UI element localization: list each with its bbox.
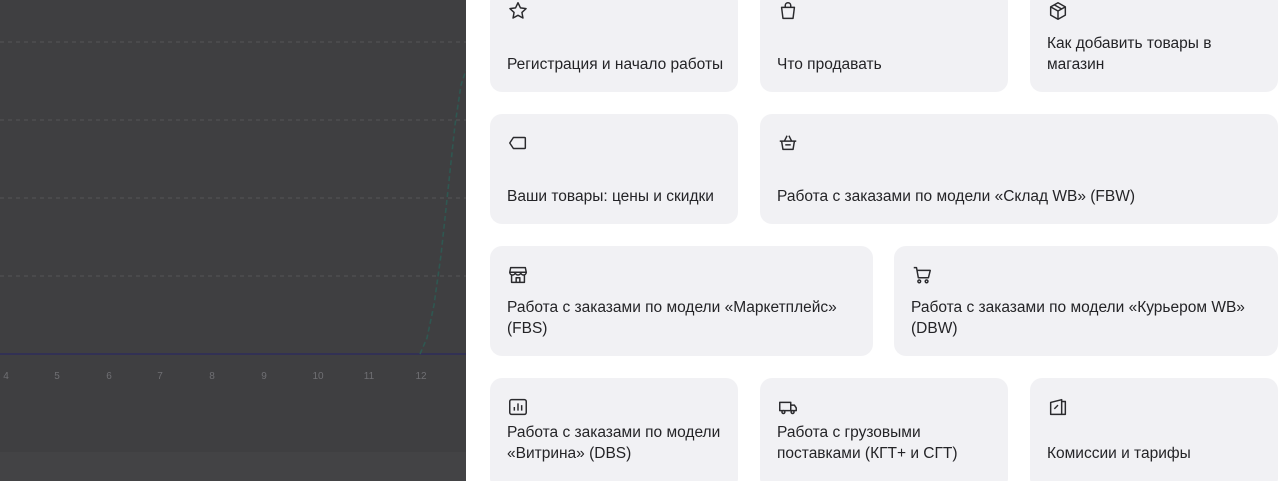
x-tick-label: 4: [3, 371, 9, 382]
bag-icon: [777, 0, 799, 22]
truck-icon: [777, 396, 799, 418]
card-label: Ваши товары: цены и скидки: [507, 188, 714, 205]
help-card-fbw[interactable]: Работа с заказами по модели «Склад WB» (…: [760, 114, 1278, 224]
percent-document-icon: [1047, 396, 1069, 418]
help-card-add-products[interactable]: Как добавить товары в магазин: [1030, 0, 1278, 92]
card-label: Что продавать: [777, 56, 882, 73]
card-label: Работа с заказами по модели «Витрина» (D…: [507, 424, 721, 462]
help-panel: Регистрация и начало работы Что продават…: [466, 0, 1280, 481]
bottom-strip: [0, 452, 466, 481]
x-tick-label: 12: [415, 371, 427, 382]
x-tick-label: 9: [261, 371, 267, 382]
x-tick-label: 11: [363, 371, 375, 382]
star-icon: [507, 0, 529, 22]
x-tick-label: 10: [312, 371, 324, 382]
chart-canvas: [0, 41, 466, 355]
card-label: Работа с заказами по модели «Маркетплейс…: [507, 299, 837, 337]
series-line: [419, 69, 466, 355]
card-label: Комиссии и тарифы: [1047, 445, 1191, 462]
x-tick-label: 6: [106, 371, 112, 382]
help-card-what-to-sell[interactable]: Что продавать: [760, 0, 1008, 92]
help-card-dbs[interactable]: Работа с заказами по модели «Витрина» (D…: [490, 378, 738, 481]
card-label: Работа с грузовыми поставками (КГТ+ и СГ…: [777, 424, 958, 462]
help-card-fbs[interactable]: Работа с заказами по модели «Маркетплейс…: [490, 246, 873, 356]
box-icon: [1047, 0, 1069, 22]
help-card-dbw[interactable]: Работа с заказами по модели «Курьером WB…: [894, 246, 1278, 356]
tag-icon: [507, 132, 529, 154]
card-label: Регистрация и начало работы: [507, 56, 724, 73]
x-tick-label: 7: [157, 371, 163, 382]
card-label: Работа с заказами по модели «Склад WB» (…: [777, 188, 1136, 205]
help-card-prices[interactable]: Ваши товары: цены и скидки: [490, 114, 738, 224]
background-chart: 4 5 6 7 8 9 10 11 12: [0, 0, 466, 481]
help-card-commissions[interactable]: Комиссии и тарифы: [1030, 378, 1278, 481]
chart-icon: [507, 396, 529, 418]
card-label: Как добавить товары в магазин: [1047, 35, 1212, 73]
help-card-registration[interactable]: Регистрация и начало работы: [490, 0, 738, 92]
x-tick-label: 8: [209, 371, 215, 382]
basket-icon: [777, 132, 799, 154]
store-icon: [507, 264, 529, 286]
cart-icon: [911, 264, 933, 286]
card-label: Работа с заказами по модели «Курьером WB…: [911, 299, 1245, 337]
x-tick-label: 5: [54, 371, 60, 382]
help-card-bulky-shipments[interactable]: Работа с грузовыми поставками (КГТ+ и СГ…: [760, 378, 1008, 481]
